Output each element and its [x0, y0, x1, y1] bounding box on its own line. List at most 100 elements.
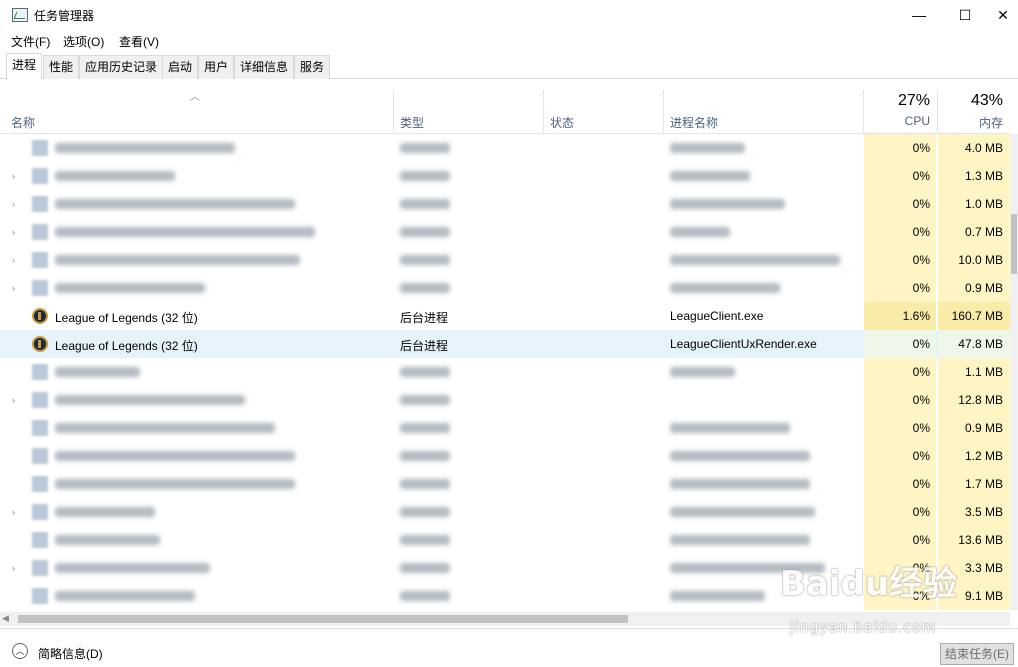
close-button[interactable]: ✕	[988, 0, 1018, 30]
column-status[interactable]: 状态	[550, 114, 574, 131]
menu-view[interactable]: 查看(V)	[119, 33, 159, 50]
task-manager-app-icon	[12, 8, 28, 22]
cpu-value: 0%	[912, 281, 930, 295]
process-row[interactable]: › 0% 3.5 MB	[0, 498, 1010, 526]
expand-chevron-icon[interactable]: ›	[12, 255, 15, 265]
expand-chevron-icon[interactable]: ›	[12, 199, 15, 209]
redacted-type	[400, 479, 450, 489]
menu-file[interactable]: 文件(F)	[11, 33, 50, 50]
redacted-name	[55, 395, 245, 405]
baidu-jingyan-watermark: Baidu经验 jingyan.baidu.com	[780, 556, 957, 636]
cpu-total-percent: 27%	[897, 92, 930, 109]
process-row[interactable]: League of Legends (32 位) 后台进程 LeagueClient…	[0, 330, 1010, 358]
expand-chevron-icon[interactable]: ›	[12, 395, 15, 405]
league-of-legends-icon	[32, 308, 48, 324]
horizontal-scroll-thumb[interactable]	[18, 615, 628, 623]
redacted-name	[55, 171, 175, 181]
tab-services[interactable]: 服务	[294, 55, 331, 79]
column-divider[interactable]	[663, 90, 664, 134]
tab-bar: 进程 性能 应用历史记录 启动 用户 详细信息 服务	[0, 53, 1018, 80]
memory-value: 1.7 MB	[964, 477, 1003, 491]
process-row[interactable]: › 0% 0.9 MB	[0, 274, 1010, 302]
chevron-up-icon[interactable]: ︿	[12, 643, 28, 659]
column-memory[interactable]: 内存	[942, 114, 1003, 131]
redacted-type	[400, 563, 450, 573]
process-row[interactable]: › 0% 10.0 MB	[0, 246, 1010, 274]
process-row[interactable]: 0% 0.9 MB	[0, 414, 1010, 442]
process-row[interactable]: › 0% 0.7 MB	[0, 218, 1010, 246]
fewer-details-link[interactable]: 简略信息(D)	[38, 645, 103, 662]
process-row[interactable]: 0% 4.0 MB	[0, 134, 1010, 162]
cpu-value: 0%	[912, 421, 930, 435]
tab-app-history[interactable]: 应用历史记录	[79, 55, 164, 79]
redacted-name	[55, 479, 295, 489]
tab-details[interactable]: 详细信息	[234, 55, 295, 79]
tab-startup[interactable]: 启动	[162, 55, 199, 79]
cpu-value: 0%	[912, 169, 930, 183]
process-icon	[32, 476, 48, 492]
process-row[interactable]: 0% 13.6 MB	[0, 526, 1010, 554]
redacted-type	[400, 395, 450, 405]
tab-performance[interactable]: 性能	[43, 55, 80, 79]
expand-chevron-icon[interactable]: ›	[12, 507, 15, 517]
redacted-name	[55, 227, 315, 237]
redacted-name	[55, 535, 160, 545]
process-icon	[32, 196, 48, 212]
cpu-value: 1.6%	[864, 302, 936, 330]
process-icon	[32, 252, 48, 268]
column-divider[interactable]	[937, 90, 938, 134]
column-name[interactable]: 名称	[11, 114, 35, 131]
redacted-process-name	[670, 423, 790, 433]
minimize-button[interactable]: —	[896, 0, 942, 30]
memory-value: 0.9 MB	[964, 281, 1003, 295]
redacted-name	[55, 283, 205, 293]
redacted-type	[400, 367, 450, 377]
memory-value: 3.5 MB	[964, 505, 1003, 519]
redacted-name	[55, 143, 235, 153]
column-process-name[interactable]: 进程名称	[670, 114, 718, 131]
column-divider[interactable]	[543, 90, 544, 134]
cpu-value: 0%	[912, 225, 930, 239]
redacted-process-name	[670, 143, 745, 153]
expand-chevron-icon[interactable]: ›	[12, 283, 15, 293]
process-row[interactable]: › 0% 12.8 MB	[0, 386, 1010, 414]
memory-value: 1.0 MB	[964, 197, 1003, 211]
redacted-process-name	[670, 507, 815, 517]
process-row[interactable]: League of Legends (32 位) 后台进程 LeagueClient…	[0, 302, 1010, 330]
expand-chevron-icon[interactable]: ›	[12, 171, 15, 181]
column-cpu[interactable]: CPU	[870, 114, 930, 128]
expand-chevron-icon[interactable]: ›	[12, 227, 15, 237]
memory-value: 0.7 MB	[964, 225, 1003, 239]
process-row[interactable]: › 0% 1.3 MB	[0, 162, 1010, 190]
menu-bar: 文件(F) 选项(O) 查看(V)	[0, 30, 1018, 52]
process-icon	[32, 448, 48, 464]
vertical-scroll-thumb[interactable]	[1011, 214, 1017, 274]
column-divider[interactable]	[393, 90, 394, 134]
process-row[interactable]: 0% 1.1 MB	[0, 358, 1010, 386]
redacted-name	[55, 367, 140, 377]
column-divider[interactable]	[863, 90, 864, 134]
column-header: ︿ 名称 类型 状态 进程名称 27% CPU 43% 内存	[0, 88, 1010, 134]
redacted-process-name	[670, 367, 735, 377]
redacted-process-name	[670, 171, 750, 181]
maximize-button[interactable]: ☐	[942, 0, 988, 30]
memory-value: 4.0 MB	[964, 141, 1003, 155]
tab-users[interactable]: 用户	[198, 55, 235, 79]
end-task-button[interactable]: 结束任务(E)	[940, 643, 1014, 665]
memory-value: 0.9 MB	[964, 421, 1003, 435]
redacted-name	[55, 423, 275, 433]
process-icon	[32, 280, 48, 296]
redacted-type	[400, 199, 450, 209]
expand-chevron-icon[interactable]: ›	[12, 563, 15, 573]
tab-processes[interactable]: 进程	[6, 53, 43, 80]
column-type[interactable]: 类型	[400, 114, 424, 131]
redacted-process-name	[670, 479, 810, 489]
process-row[interactable]: › 0% 1.0 MB	[0, 190, 1010, 218]
vertical-scrollbar[interactable]	[1010, 134, 1018, 610]
process-row[interactable]: 0% 1.2 MB	[0, 442, 1010, 470]
memory-value: 13.6 MB	[958, 533, 1003, 547]
scroll-left-icon[interactable]: ◀	[2, 613, 9, 624]
cpu-value: 0%	[912, 253, 930, 267]
process-row[interactable]: 0% 1.7 MB	[0, 470, 1010, 498]
menu-options[interactable]: 选项(O)	[63, 33, 104, 50]
